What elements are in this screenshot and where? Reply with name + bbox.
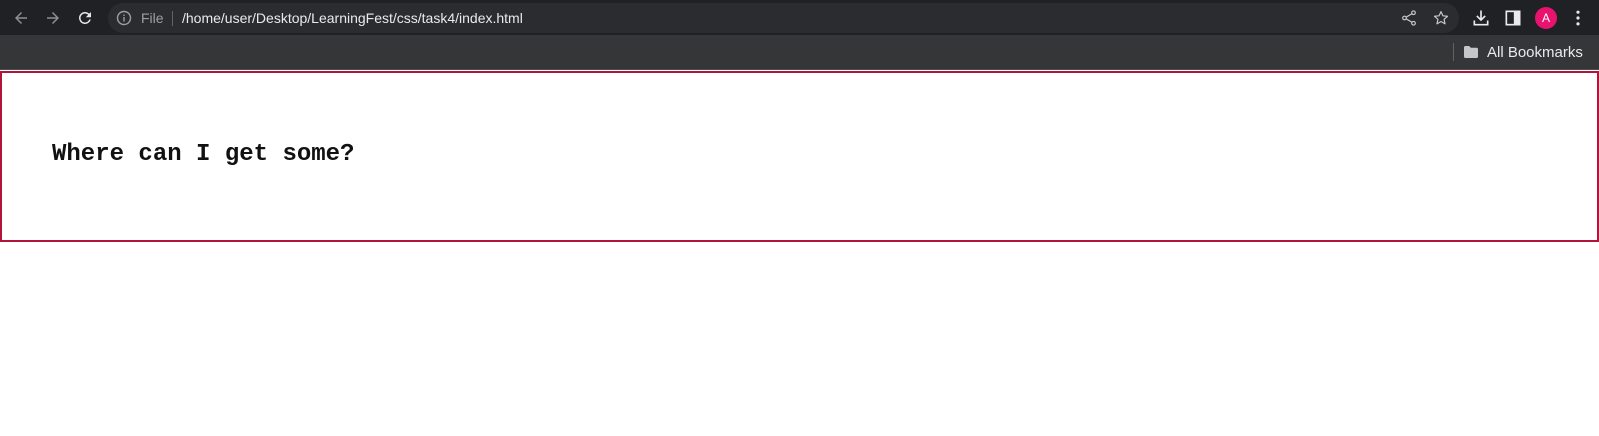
back-arrow-icon [15, 12, 27, 24]
all-bookmarks-button[interactable]: All Bookmarks [1463, 41, 1583, 63]
reload-icon [78, 11, 91, 24]
scheme-label: File [141, 10, 164, 26]
forward-button[interactable] [40, 5, 66, 31]
folder-icon [1464, 46, 1478, 58]
back-button[interactable] [8, 5, 34, 31]
url-text[interactable]: /home/user/Desktop/LearningFest/css/task… [182, 10, 523, 26]
browser-toolbar: File /home/user/Desktop/LearningFest/css… [0, 0, 1599, 35]
page-heading: Where can I get some? [52, 141, 355, 168]
info-icon[interactable] [116, 10, 132, 26]
bookmarks-bar: All Bookmarks [0, 35, 1599, 70]
bookmarks-divider [1453, 43, 1454, 61]
share-icon[interactable] [1400, 9, 1418, 27]
profile-avatar[interactable]: A [1535, 7, 1557, 29]
all-bookmarks-label: All Bookmarks [1487, 43, 1583, 61]
omnibox-divider [172, 11, 173, 26]
kebab-menu-icon[interactable] [1568, 8, 1588, 28]
side-panel-icon[interactable] [1503, 8, 1523, 28]
star-icon[interactable] [1432, 9, 1450, 27]
address-bar[interactable]: File /home/user/Desktop/LearningFest/css… [108, 3, 1459, 33]
forward-arrow-icon [47, 12, 59, 24]
download-icon[interactable] [1471, 8, 1491, 28]
reload-button[interactable] [72, 5, 98, 31]
content-box: Where can I get some? [0, 71, 1599, 242]
page-viewport: Where can I get some? [0, 71, 1599, 436]
